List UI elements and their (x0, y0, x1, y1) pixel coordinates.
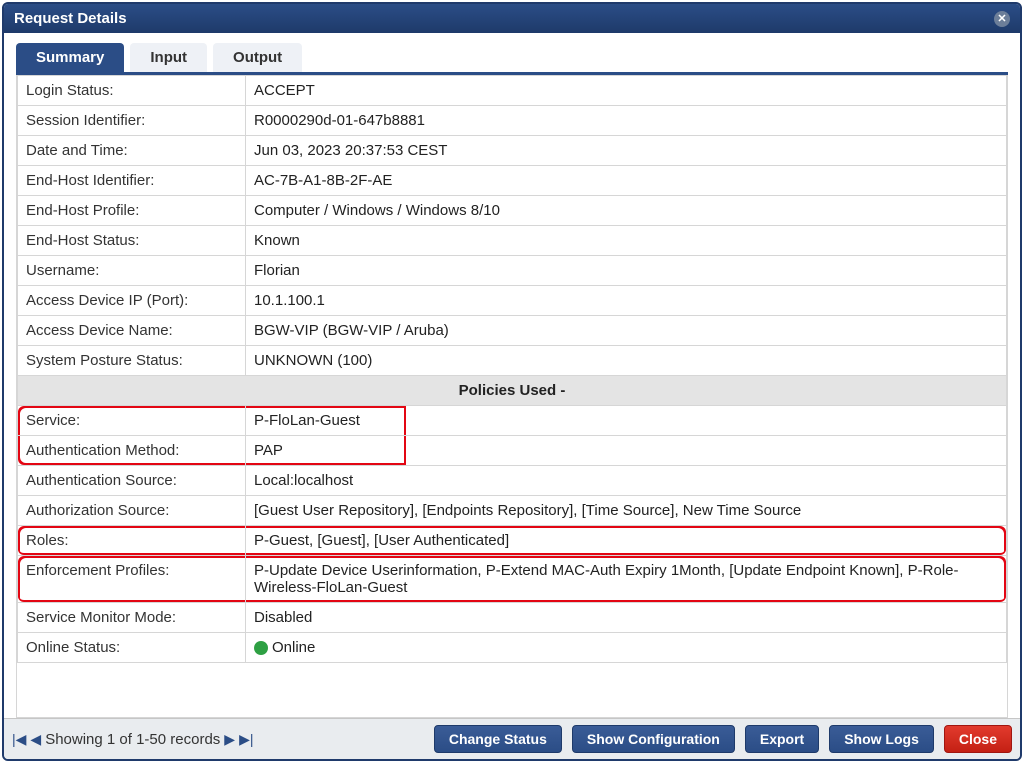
row-value: [Guest User Repository], [Endpoints Repo… (246, 496, 1007, 526)
pager-last-icon[interactable]: ▶| (239, 731, 253, 748)
row-label: End-Host Status: (18, 226, 246, 256)
row-label: System Posture Status: (18, 346, 246, 376)
table-row: Username:Florian (18, 256, 1007, 286)
titlebar: Request Details ✕ (4, 4, 1020, 33)
row-value: Local:localhost (246, 466, 1007, 496)
row-value: BGW-VIP (BGW-VIP / Aruba) (246, 316, 1007, 346)
row-value: P-Guest, [Guest], [User Authenticated] (246, 526, 1007, 556)
row-value: UNKNOWN (100) (246, 346, 1007, 376)
table-row: Authorization Source:[Guest User Reposit… (18, 496, 1007, 526)
window-title: Request Details (14, 10, 127, 27)
row-label: Access Device Name: (18, 316, 246, 346)
change-status-button[interactable]: Change Status (434, 725, 562, 753)
row-value[interactable]: AC-7B-A1-8B-2F-AE (246, 166, 1007, 196)
table-row: End-Host Status:Known (18, 226, 1007, 256)
table-row: Access Device Name:BGW-VIP (BGW-VIP / Ar… (18, 316, 1007, 346)
table-row: Authentication Source:Local:localhost (18, 466, 1007, 496)
footer-bar: |◀ ◀ Showing 1 of 1-50 records ▶ ▶| Chan… (4, 718, 1020, 759)
row-label: Enforcement Profiles: (18, 556, 246, 603)
row-value: Computer / Windows / Windows 8/10 (246, 196, 1007, 226)
tab-summary[interactable]: Summary (16, 43, 124, 72)
pager-first-icon[interactable]: |◀ (12, 731, 26, 748)
summary-panel: Login Status:ACCEPTSession Identifier:R0… (16, 75, 1008, 718)
status-dot-icon (254, 641, 268, 655)
table-row: Session Identifier:R0000290d-01-647b8881 (18, 106, 1007, 136)
tab-output[interactable]: Output (213, 43, 302, 72)
row-value: PAP (246, 436, 1007, 466)
highlight-right-edge (404, 436, 406, 465)
table-row: Service Monitor Mode:Disabled (18, 603, 1007, 633)
pager-next-icon[interactable]: ▶ (224, 731, 235, 748)
tab-input[interactable]: Input (130, 43, 207, 72)
row-label: Username: (18, 256, 246, 286)
row-label: Access Device IP (Port): (18, 286, 246, 316)
request-details-window: Request Details ✕ Summary Input Output L… (2, 2, 1022, 761)
row-value: P-Update Device Userinformation, P-Exten… (246, 556, 1007, 603)
highlight-right-edge (404, 406, 406, 435)
table-row: System Posture Status:UNKNOWN (100) (18, 346, 1007, 376)
content-area: Summary Input Output Login Status:ACCEPT… (4, 33, 1020, 718)
table-row: Login Status:ACCEPT (18, 76, 1007, 106)
table-row: Date and Time:Jun 03, 2023 20:37:53 CEST (18, 136, 1007, 166)
table-row: Service:P-FloLan-Guest (18, 406, 1007, 436)
row-value: Online (246, 633, 1007, 663)
row-label: Authorization Source: (18, 496, 246, 526)
row-label: End-Host Profile: (18, 196, 246, 226)
pager-prev-icon[interactable]: ◀ (30, 731, 41, 748)
row-label: Service Monitor Mode: (18, 603, 246, 633)
row-label: Login Status: (18, 76, 246, 106)
pager-text: Showing 1 of 1-50 records (45, 731, 220, 748)
table-row: Access Device IP (Port):10.1.100.1 (18, 286, 1007, 316)
highlight-hline (246, 406, 406, 408)
row-label: Service: (18, 406, 246, 436)
export-button[interactable]: Export (745, 725, 819, 753)
row-value: 10.1.100.1 (246, 286, 1007, 316)
table-row: Authentication Method:PAP (18, 436, 1007, 466)
row-label: Date and Time: (18, 136, 246, 166)
tab-bar: Summary Input Output (16, 43, 1008, 75)
row-value: Jun 03, 2023 20:37:53 CEST (246, 136, 1007, 166)
table-row: Roles:P-Guest, [Guest], [User Authentica… (18, 526, 1007, 556)
policies-header: Policies Used - (18, 376, 1007, 406)
row-value: Florian (246, 256, 1007, 286)
row-label: End-Host Identifier: (18, 166, 246, 196)
table-row: Online Status:Online (18, 633, 1007, 663)
close-icon[interactable]: ✕ (994, 11, 1010, 27)
highlight-hline (246, 463, 406, 465)
row-value: R0000290d-01-647b8881 (246, 106, 1007, 136)
row-label: Roles: (18, 526, 246, 556)
summary-table: Login Status:ACCEPTSession Identifier:R0… (17, 75, 1007, 663)
row-label: Online Status: (18, 633, 246, 663)
row-label: Authentication Source: (18, 466, 246, 496)
row-value: ACCEPT (246, 76, 1007, 106)
show-logs-button[interactable]: Show Logs (829, 725, 934, 753)
close-button[interactable]: Close (944, 725, 1012, 753)
row-value: Disabled (246, 603, 1007, 633)
table-row: Enforcement Profiles:P-Update Device Use… (18, 556, 1007, 603)
policies-header-row: Policies Used - (18, 376, 1007, 406)
row-value: Known (246, 226, 1007, 256)
table-row: End-Host Identifier:AC-7B-A1-8B-2F-AE (18, 166, 1007, 196)
pager: |◀ ◀ Showing 1 of 1-50 records ▶ ▶| (12, 731, 253, 748)
row-label: Session Identifier: (18, 106, 246, 136)
row-label: Authentication Method: (18, 436, 246, 466)
row-value: P-FloLan-Guest (246, 406, 1007, 436)
table-row: End-Host Profile:Computer / Windows / Wi… (18, 196, 1007, 226)
show-configuration-button[interactable]: Show Configuration (572, 725, 735, 753)
